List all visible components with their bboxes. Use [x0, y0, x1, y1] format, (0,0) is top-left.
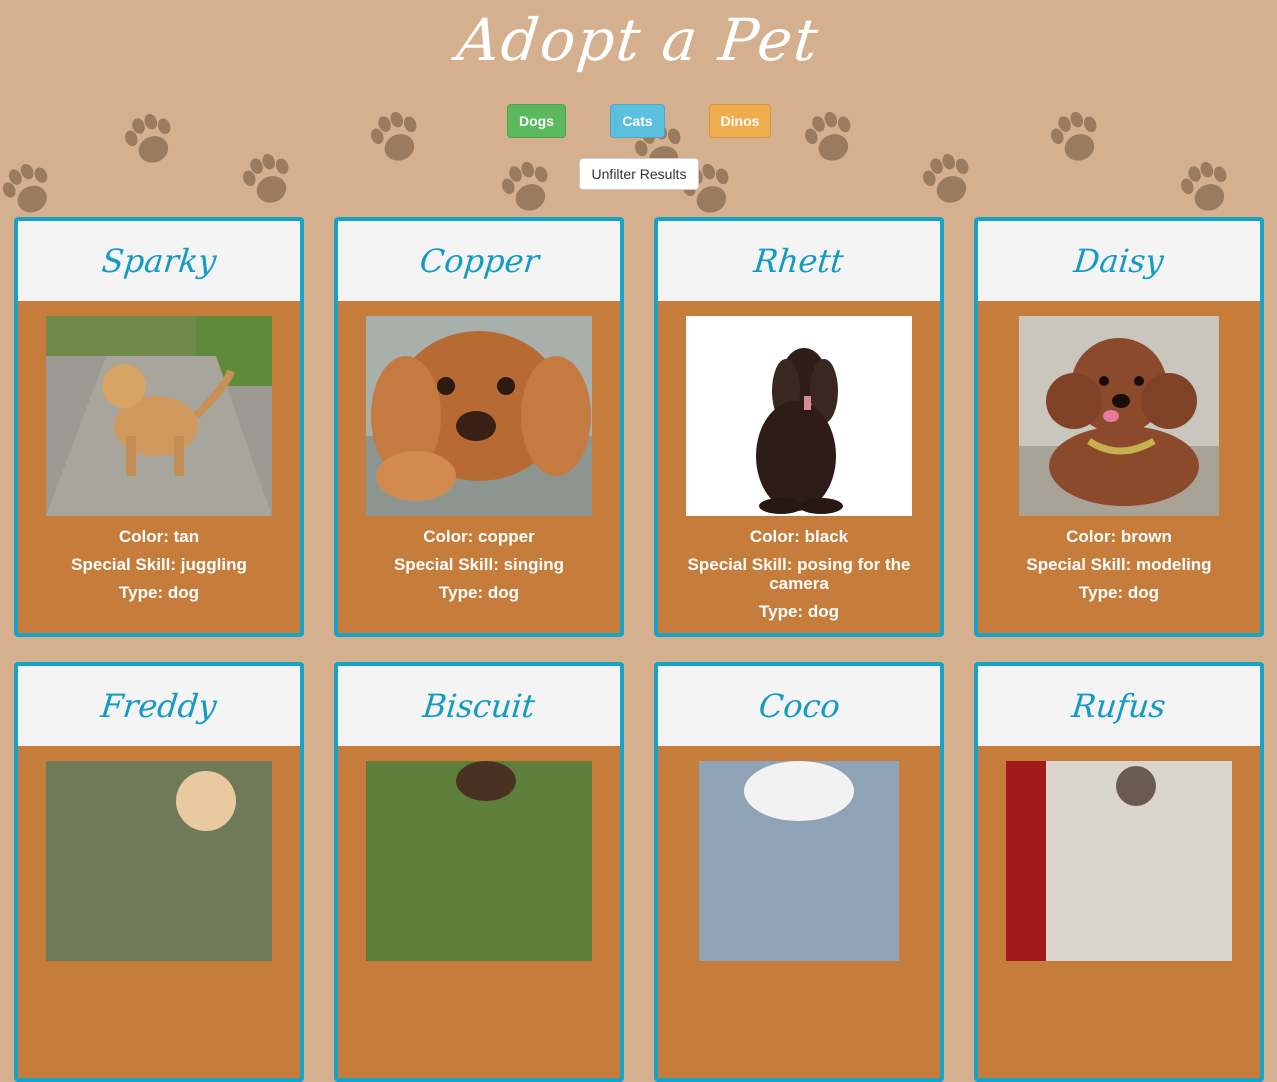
pet-type: Type: dog — [119, 583, 199, 602]
pet-color: Color: copper — [423, 527, 535, 546]
pet-card: Coco — [654, 662, 944, 1082]
brown-poodle-photo — [1019, 316, 1219, 516]
pet-name-header: Rufus — [978, 666, 1260, 746]
paw-icon — [1175, 156, 1237, 218]
pet-info: Color: copper Special Skill: singing Typ… — [338, 527, 620, 602]
pet-type: Type: dog — [759, 602, 839, 621]
pet-name: Rhett — [752, 242, 846, 280]
filter-bar: Dogs Cats Dinos — [0, 104, 1277, 138]
pet-type: Type: dog — [1079, 583, 1159, 602]
pet-info: Color: black Special Skill: posing for t… — [658, 527, 940, 621]
pet-skill: Special Skill: posing for the camera — [687, 555, 911, 593]
spaniel-closeup-photo — [366, 316, 592, 516]
black-spaniel-photo — [686, 316, 912, 516]
cat-photo — [46, 761, 272, 961]
pet-name-header: Freddy — [18, 666, 300, 746]
pet-color: Color: black — [749, 527, 849, 546]
paw-icon — [237, 148, 299, 210]
pet-skill: Special Skill: juggling — [71, 555, 247, 574]
pet-color: Color: tan — [118, 527, 200, 546]
pet-skill: Special Skill: singing — [393, 555, 565, 574]
paw-icon — [917, 148, 979, 210]
pet-color: Color: brown — [1066, 527, 1172, 546]
pet-name: Copper — [417, 242, 541, 280]
pet-name-header: Sparky — [18, 221, 300, 301]
unfilter-results-button[interactable]: Unfilter Results — [579, 158, 699, 190]
page-title: Adopt a Pet — [453, 6, 824, 74]
golden-puppy-photo — [46, 316, 272, 516]
pet-card: Sparky Color: tan Special Skill: jugglin… — [14, 217, 304, 637]
pet-name: Biscuit — [421, 687, 537, 725]
pet-card: Daisy Color: brown Special Skill: modeli… — [974, 217, 1264, 637]
cats-filter-button[interactable]: Cats — [610, 104, 665, 138]
pet-name: Coco — [756, 687, 842, 725]
pet-info: Color: tan Special Skill: juggling Type:… — [18, 527, 300, 602]
pet-info: Color: brown Special Skill: modeling Typ… — [978, 527, 1260, 602]
pet-name-header: Coco — [658, 666, 940, 746]
pet-skill: Special Skill: modeling — [1026, 555, 1212, 574]
pet-photo — [1006, 761, 1232, 961]
pet-card: Freddy — [14, 662, 304, 1082]
dogs-filter-button[interactable]: Dogs — [507, 104, 566, 138]
pet-name-header: Copper — [338, 221, 620, 301]
paw-icon — [0, 157, 60, 221]
white-cat-photo — [699, 761, 899, 961]
pet-card: Biscuit — [334, 662, 624, 1082]
dinos-filter-button[interactable]: Dinos — [709, 104, 771, 138]
pet-name: Freddy — [99, 687, 219, 725]
pet-name-header: Rhett — [658, 221, 940, 301]
pet-card: Copper Color: copper Special Skill: sing… — [334, 217, 624, 637]
paw-icon — [496, 156, 558, 218]
pet-name-header: Biscuit — [338, 666, 620, 746]
pet-card: Rhett Color: black Special Skill: posing… — [654, 217, 944, 637]
dog-grass-photo — [366, 761, 592, 961]
pet-card: Rufus — [974, 662, 1264, 1082]
pet-name: Sparky — [99, 242, 219, 280]
pet-name: Rufus — [1070, 687, 1168, 725]
pet-name-header: Daisy — [978, 221, 1260, 301]
pet-type: Type: dog — [439, 583, 519, 602]
pet-name: Daisy — [1072, 242, 1166, 280]
